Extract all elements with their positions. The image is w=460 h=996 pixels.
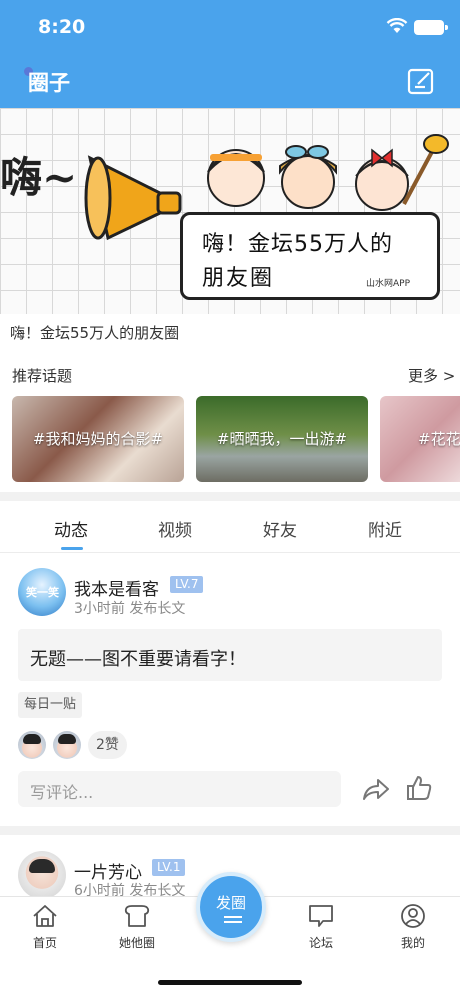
tab-nearby[interactable]: 附近 [368,516,402,541]
post-fab-button[interactable]: 发圈 [196,872,266,942]
bread-icon [124,905,150,927]
wifi-icon [386,18,408,33]
banner-exclaim: 嗨~ [0,153,78,202]
level-badge: LV.7 [170,576,204,593]
bubble-text-line1: 嗨！金坛55万人的 [202,232,393,257]
active-tab-indicator [61,547,83,550]
home-icon [33,905,57,927]
fab-line [224,921,242,923]
fab-line [224,916,242,918]
edit-icon[interactable] [406,66,436,96]
section-title-topics: 推荐话题 [12,367,73,385]
nav-label: 我的 [400,936,425,950]
page-title: 圈子 [28,71,70,95]
share-icon[interactable] [362,776,390,802]
avatar[interactable]: 笑一笑 [18,568,66,616]
bubble-text-line2: 朋友圈 [202,266,275,291]
app-header: 8:20 圈子 [0,0,460,108]
tab-dynamic[interactable]: 动态 [54,516,88,541]
post-title[interactable]: 无题——图不重要请看字！ [30,645,246,671]
topic-card[interactable]: #我和妈妈的合影# [12,396,184,482]
topic-card[interactable]: #花花 [380,396,460,482]
liker-avatar[interactable] [18,731,46,759]
topic-card-label: #晒晒我，一出游# [216,430,348,448]
more-topics-link[interactable]: 更多 > [408,365,455,386]
post-meta: 3小时前 发布长文 [74,601,186,617]
comment-placeholder: 写评论... [30,783,94,802]
liker-avatar[interactable] [53,731,81,759]
post-tag[interactable]: 每日一贴 [18,692,83,718]
level-badge: LV.1 [152,859,186,876]
banner-caption: 嗨！金坛55万人的朋友圈 [10,324,180,342]
user-icon [401,904,425,928]
likes-count[interactable]: 2赞 [88,731,127,759]
post-username[interactable]: 我本是看客 [74,575,159,600]
banner-brand: 山水网APP [366,279,411,289]
thumbs-up-icon[interactable] [406,774,432,802]
tab-video[interactable]: 视频 [158,516,192,541]
topic-card-label: #我和妈妈的合影# [32,430,164,448]
section-divider [0,492,460,501]
app-screen: 8:20 圈子 嗨~ 嗨！金坛55万人的 朋友圈 山水网APP 嗨！金坛55万人… [0,0,460,996]
section-divider [0,826,460,835]
topic-card[interactable]: #晒晒我，一出游# [196,396,368,482]
status-bar: 8:20 [0,0,460,56]
tabs-divider [0,552,460,553]
nav-label: 首页 [32,936,57,950]
status-time: 8:20 [38,16,86,38]
battery-icon [414,20,448,35]
banner[interactable]: 嗨~ 嗨！金坛55万人的 朋友圈 山水网APP [0,108,460,314]
avatar[interactable] [18,851,66,899]
topic-card-label: #花花 [418,430,460,448]
home-indicator [158,980,302,985]
nav-label: 论坛 [308,936,333,950]
chat-icon [309,905,333,927]
tab-friends[interactable]: 好友 [263,516,297,541]
cartoon-characters [207,134,449,211]
fab-label: 发圈 [215,894,246,912]
nav-label: 她他圈 [118,936,155,950]
